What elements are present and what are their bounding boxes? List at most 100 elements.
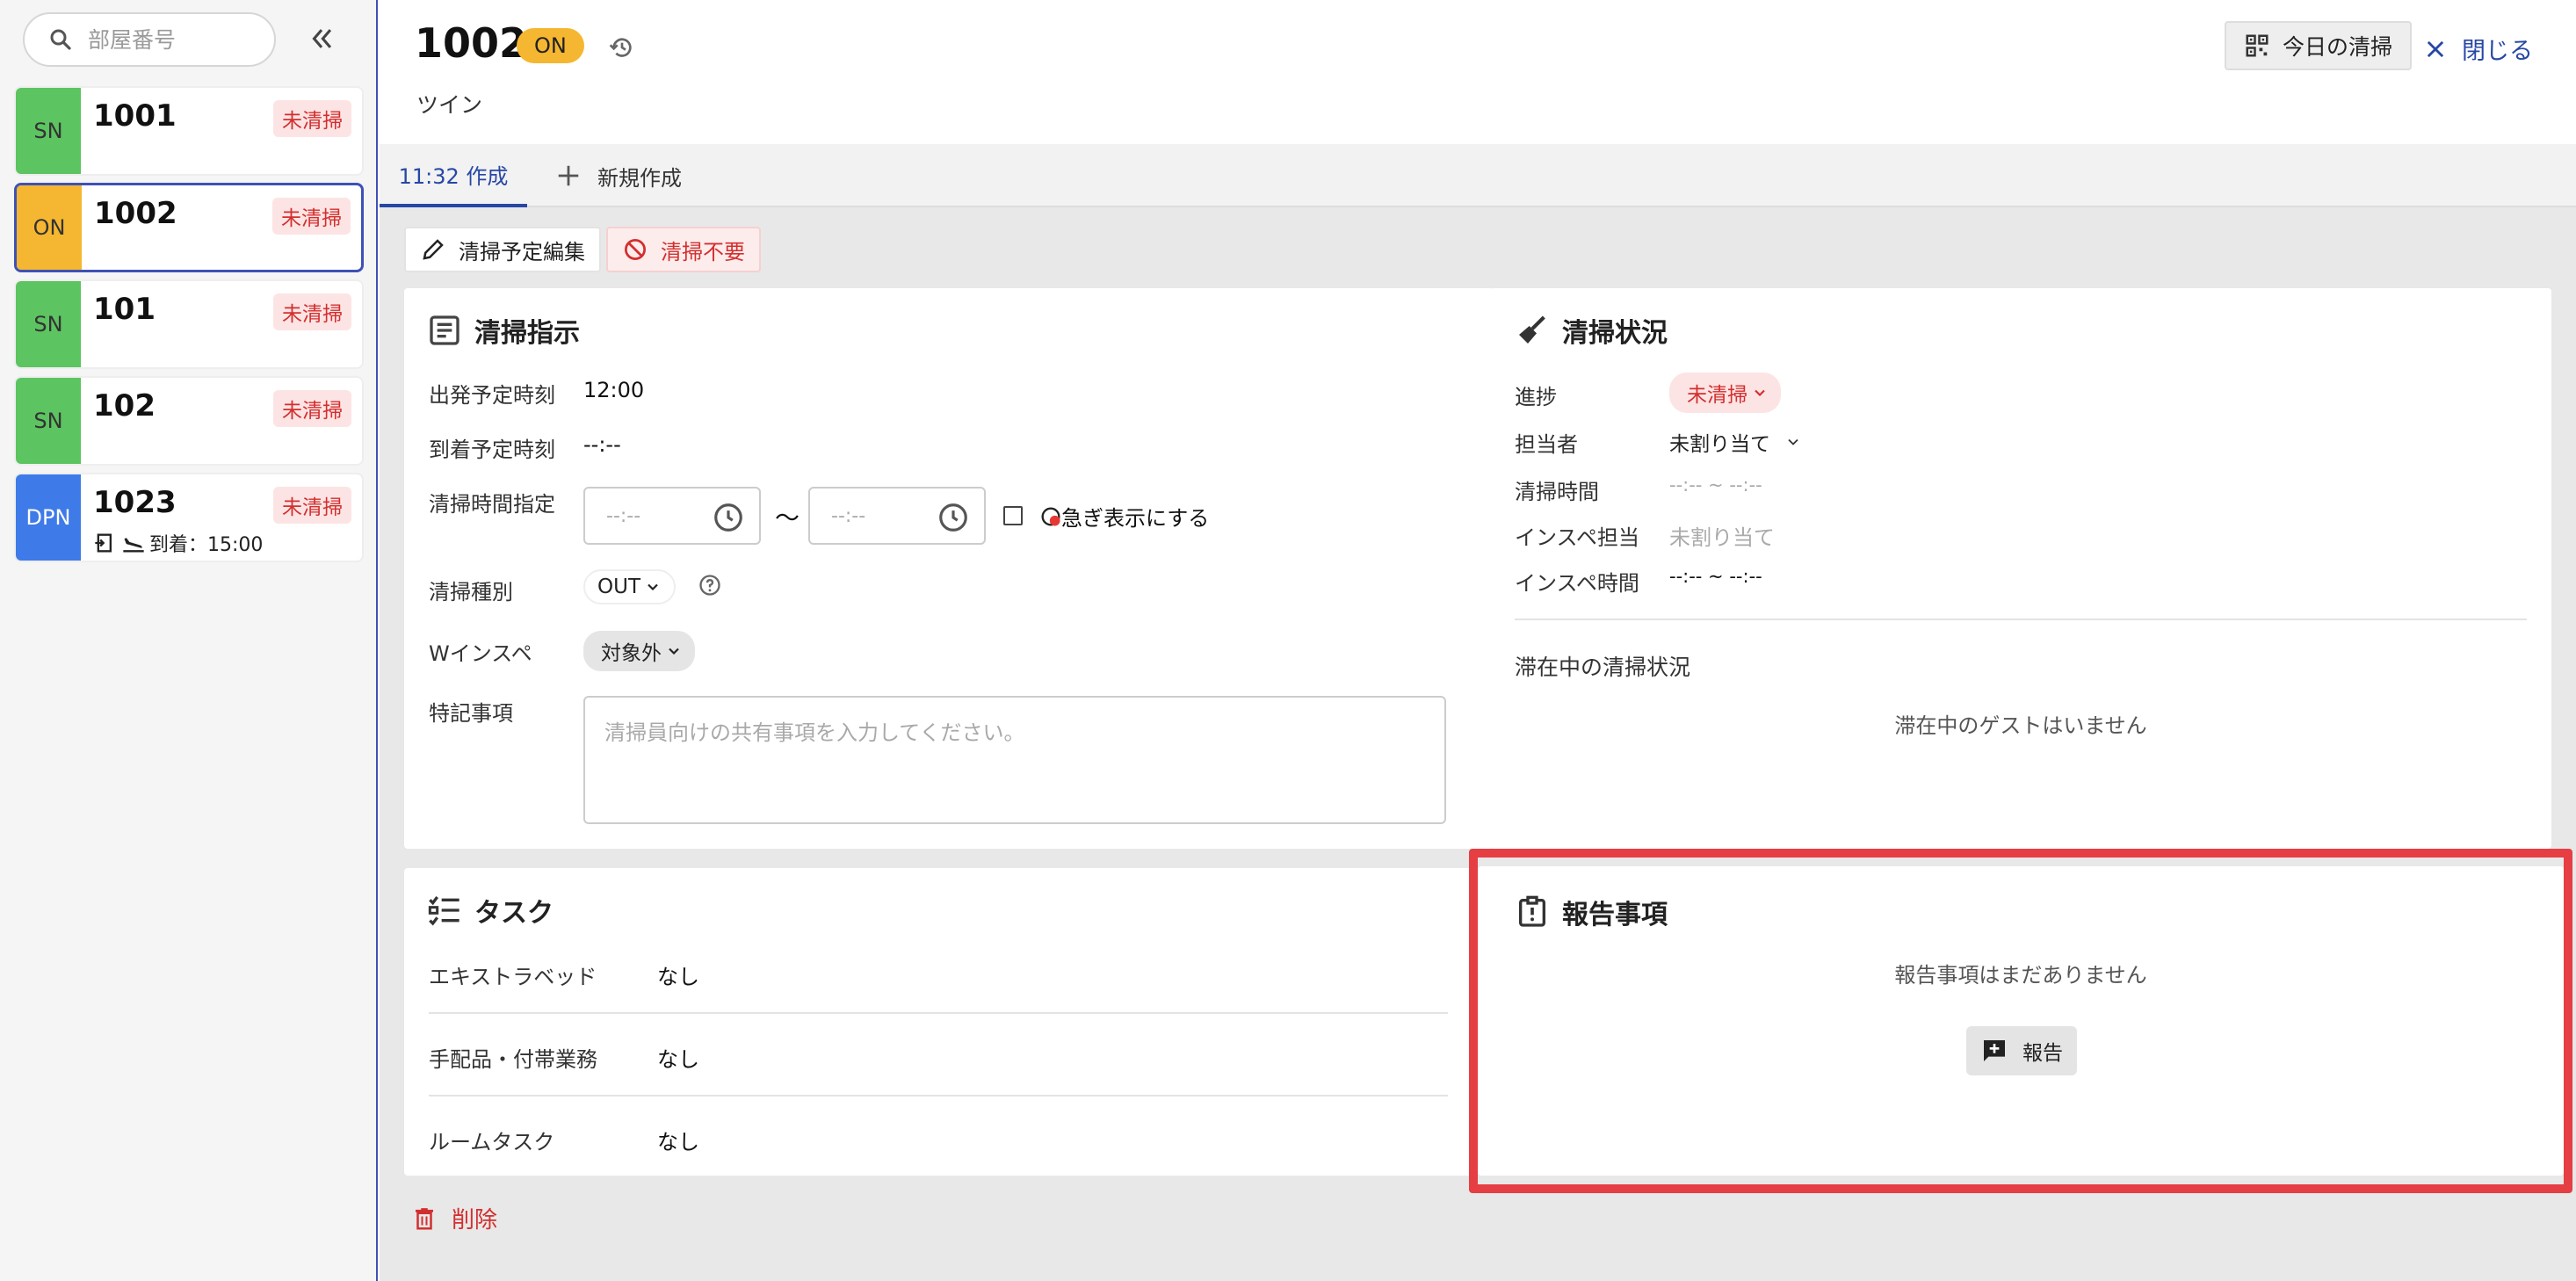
trash-icon [416,1207,433,1229]
task-value: なし [657,965,699,989]
document-list-icon [430,315,459,345]
room-type: ツイン [416,92,483,118]
delete-label: 削除 [452,1207,498,1234]
clipboard-alert-icon [1519,895,1545,927]
comment-add-icon [1984,1040,2005,1061]
clean-status-badge: 未清掃 [273,390,351,427]
collapse-sidebar-button[interactable] [302,19,341,58]
double-chevron-left-icon [312,29,332,48]
arrival-info: 到着：15:00 [93,529,263,557]
room-card-selected[interactable]: ON 1002 未清掃 [14,183,364,272]
close-button[interactable]: 閉じる [2423,32,2533,66]
time-from-placeholder: --:-- [606,504,641,527]
close-icon [2427,40,2444,57]
w-inspect-select[interactable]: 対象外 [583,631,695,671]
inspect-time-value: --:-- ~ --:-- [1669,566,1762,587]
no-cleaning-label: 清掃不要 [661,239,745,264]
add-report-label: 報告 [2022,1042,2063,1065]
delete-button[interactable]: 削除 [411,1202,497,1234]
pencil-icon [423,239,444,260]
tasks-card: タスク エキストラベッド なし 手配品・付帯業務 なし ルームタスク なし [404,868,1473,1176]
cleaning-type-select[interactable]: OUT [583,569,676,604]
edit-schedule-label: 清掃予定編集 [459,239,585,264]
status-title: 清掃状況 [1515,311,1668,350]
history-icon[interactable] [608,33,636,62]
schedule-tabs: 11:32 作成 新規作成 [380,144,2576,207]
task-value: なし [657,1047,699,1072]
tasks-title: タスク [427,891,554,930]
search-input[interactable] [88,26,264,53]
room-card[interactable]: DPN 1023 未清掃 到着：15:00 [14,473,364,562]
detail-header: 1002 ON ツイン 今日の清掃 閉じる [380,0,2576,144]
assignee-select[interactable]: 未割り当て [1669,427,1802,457]
assignee-value: 未割り当て [1669,433,1770,456]
progress-label: 進捗 [1515,385,1557,409]
clean-status-badge: 未清掃 [272,198,351,235]
notes-label: 特記事項 [429,701,513,726]
tab-schedule-1132[interactable]: 11:32 作成 [380,144,527,207]
status-title-text: 清掃状況 [1562,318,1668,349]
add-report-button[interactable]: 報告 [1966,1026,2077,1075]
stay-status-empty: 滞在中のゲストはいません [1894,713,2147,738]
time-spec-label: 清掃時間指定 [429,492,555,517]
cleaning-type-value: OUT [597,575,640,598]
arrival-label: 到着予定時刻 [429,438,555,462]
room-search[interactable] [23,12,276,67]
room-card[interactable]: SN 1001 未清掃 [14,86,364,176]
departure-value: 12:00 [583,378,645,402]
time-from-input[interactable]: --:-- [583,487,761,545]
page-title: 1002 [415,19,528,67]
room-status-pill: ON [517,28,584,63]
clean-time-label: 清掃時間 [1515,480,1599,504]
cleaning-instructions-card: 清掃指示 出発予定時刻 12:00 到着予定時刻 --:-- 清掃時間指定 --… [404,288,1494,849]
task-label: ルームタスク [429,1130,555,1154]
help-icon[interactable] [698,573,722,597]
inspect-assignee-value: 未割り当て [1669,525,1775,550]
assignee-label: 担当者 [1515,432,1578,457]
room-status-badge: ON [17,185,82,270]
room-card[interactable]: SN 102 未清掃 [14,376,364,466]
no-cleaning-button[interactable]: 清掃不要 [606,227,761,272]
inspect-assignee-label: インスペ担当 [1515,525,1639,550]
room-status-badge: SN [16,281,81,367]
cleaning-status-card: 清掃状況 進捗 未清掃 担当者 未割り当て 清掃時間 --:-- ~ --:--… [1490,288,2551,849]
tab-new-label: 新規作成 [597,165,682,191]
urgent-label: 急ぎ表示にする [1061,506,1210,531]
task-label: 手配品・付帯業務 [429,1047,597,1072]
room-detail-panel: 1002 ON ツイン 今日の清掃 閉じる 11:32 作成 新規作成 清掃予定… [380,0,2576,1281]
notes-textarea[interactable] [583,696,1446,824]
task-label: エキストラベッド [429,965,597,989]
room-list: SN 1001 未清掃 ON 1002 未清掃 SN 101 未清掃 SN 10… [14,86,364,569]
report-title-text: 報告事項 [1562,900,1668,930]
instructions-title-text: 清掃指示 [474,318,580,349]
prohibited-icon [625,239,646,260]
inspect-time-label: インスペ時間 [1515,571,1639,596]
today-cleaning-button[interactable]: 今日の清掃 [2225,21,2413,70]
progress-select[interactable]: 未清掃 [1669,373,1781,413]
tab-new-schedule[interactable]: 新規作成 [555,144,682,207]
report-card: 報告事項 報告事項はまだありません 報告 [1478,866,2564,1176]
clean-status-badge: 未清掃 [273,293,351,330]
chevron-down-icon [648,583,658,591]
clean-status-badge: 未清掃 [273,487,351,524]
qr-code-icon [2246,34,2268,57]
time-range-separator: 〜 [775,503,800,532]
room-status-badge: SN [16,378,81,464]
report-title: 報告事項 [1515,893,1668,931]
w-inspect-value: 対象外 [601,642,662,665]
urgent-checkbox[interactable] [1003,506,1023,525]
cleaning-type-label: 清掃種別 [429,580,513,604]
search-icon [50,29,71,50]
progress-value: 未清掃 [1687,384,1747,407]
time-to-placeholder: --:-- [831,504,866,527]
room-card[interactable]: SN 101 未清掃 [14,279,364,369]
tasks-title-text: タスク [474,898,554,929]
edit-schedule-button[interactable]: 清掃予定編集 [404,227,601,272]
arrival-value: --:-- [583,432,621,457]
clean-status-badge: 未清掃 [273,100,351,137]
time-to-input[interactable]: --:-- [808,487,986,545]
airplane-landing-icon [123,538,144,553]
broom-icon [1519,315,1545,344]
room-status-badge: SN [16,88,81,174]
chevron-down-icon [1788,438,1798,445]
